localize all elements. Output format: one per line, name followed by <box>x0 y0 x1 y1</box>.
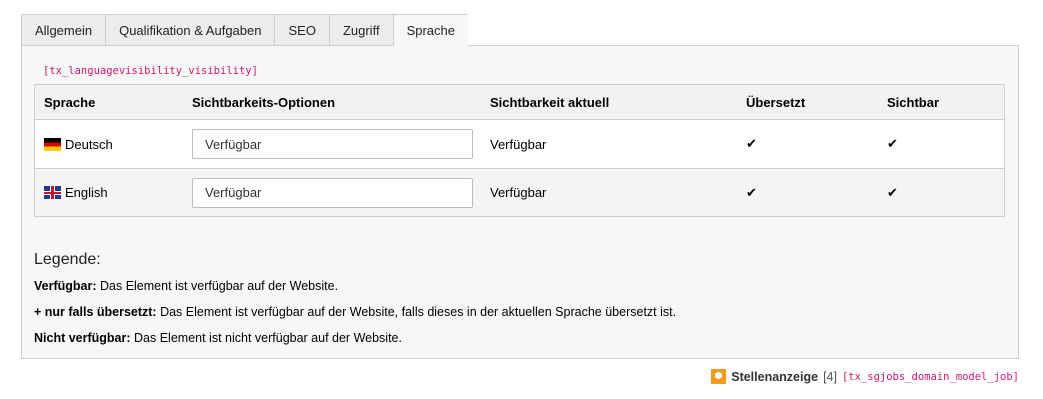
visibility-select[interactable]: Verfügbar <box>192 129 473 159</box>
column-header-translated: Übersetzt <box>737 84 878 120</box>
tab-zugriff[interactable]: Zugriff <box>328 14 393 46</box>
column-header-options: Sichtbarkeits-Optionen <box>183 84 481 120</box>
tab-allgemein[interactable]: Allgemein <box>21 14 106 46</box>
de-flag-icon <box>44 137 61 151</box>
legend-text: Das Element ist verfügbar auf der Websit… <box>156 305 677 319</box>
column-header-visible: Sichtbar <box>878 84 1005 120</box>
legend-term: Verfügbar: <box>34 279 97 293</box>
visible-check-icon: ✔ <box>878 168 1005 217</box>
language-label: Deutsch <box>65 136 113 152</box>
record-uid: [4] <box>823 369 837 384</box>
uk-flag-icon <box>44 186 61 199</box>
table-row: Deutsch Verfügbar Verfügbar ✔ ✔ <box>34 119 1005 169</box>
legend-text: Das Element ist verfügbar auf der Websit… <box>96 279 339 293</box>
record-footer: Stellenanzeige [4] [tx_sgjobs_domain_mod… <box>711 369 1019 384</box>
language-cell: Deutsch <box>34 119 183 169</box>
column-header-language: Sprache <box>34 84 183 120</box>
record-icon <box>711 369 727 384</box>
visible-check-icon: ✔ <box>878 119 1005 169</box>
translated-check-icon: ✔ <box>737 119 878 169</box>
tab-seo[interactable]: SEO <box>274 14 329 46</box>
tab-bar: Allgemein Qualifikation & Aufgaben SEO Z… <box>21 14 1019 46</box>
legend-text: Das Element ist nicht verfügbar auf der … <box>130 331 402 345</box>
table-header-row: Sprache Sichtbarkeits-Optionen Sichtbark… <box>34 84 1005 120</box>
legend-term: Nicht verfügbar: <box>34 331 131 345</box>
current-visibility: Verfügbar <box>481 119 737 169</box>
record-table-code: [tx_sgjobs_domain_model_job] <box>841 370 1019 383</box>
options-cell: Verfügbar <box>183 119 481 169</box>
tab-sprache[interactable]: Sprache <box>392 14 468 46</box>
current-visibility: Verfügbar <box>481 168 737 217</box>
language-label: English <box>65 185 108 200</box>
column-header-current: Sichtbarkeit aktuell <box>481 84 737 120</box>
legend-title: Legende: <box>34 251 101 268</box>
legend-item: Nicht verfügbar: Das Element ist nicht v… <box>34 331 402 345</box>
legend-item: + nur falls übersetzt: Das Element ist v… <box>34 305 676 319</box>
language-cell: English <box>34 168 183 217</box>
options-cell: Verfügbar <box>183 168 481 217</box>
legend-item: Verfügbar: Das Element ist verfügbar auf… <box>34 279 338 293</box>
tab-bar-spacer <box>467 14 1019 46</box>
language-visibility-table: Sprache Sichtbarkeits-Optionen Sichtbark… <box>34 84 1005 217</box>
legend-term: + nur falls übersetzt: <box>34 305 157 319</box>
table-row: English Verfügbar Verfügbar ✔ ✔ <box>34 168 1005 217</box>
tab-panel: [tx_languagevisibility_visibility] Sprac… <box>21 45 1019 359</box>
translated-check-icon: ✔ <box>737 168 878 217</box>
record-title: Stellenanzeige <box>731 369 819 384</box>
tab-qualifikation[interactable]: Qualifikation & Aufgaben <box>105 14 275 46</box>
visibility-select[interactable]: Verfügbar <box>192 177 473 208</box>
field-code: [tx_languagevisibility_visibility] <box>43 65 258 77</box>
